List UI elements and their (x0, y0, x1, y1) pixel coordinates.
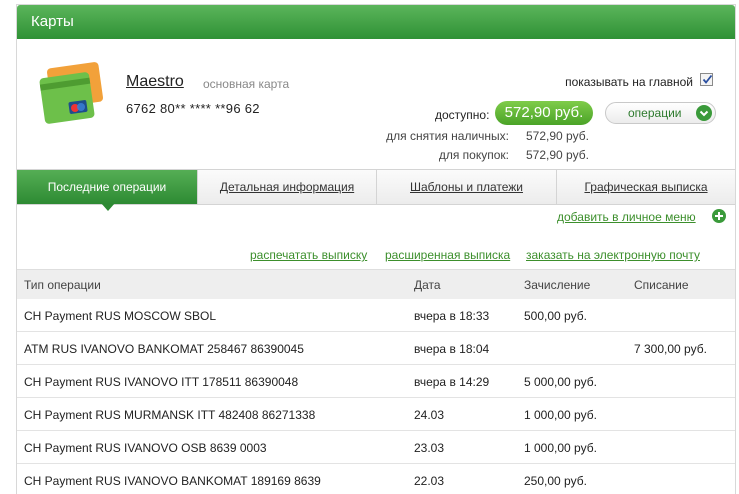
table-row[interactable]: ATM RUS IVANOVO BANKOMAT 258467 86390045… (17, 332, 735, 365)
table-header: Тип операции Дата Зачисление Списание (17, 269, 735, 299)
show-on-main-checkbox[interactable] (700, 73, 713, 86)
credit-amount: 1 000,00 руб. (524, 441, 597, 455)
table-row[interactable]: CH Payment RUS MOSCOW SBOL вчера в 18:33… (17, 299, 735, 332)
column-header: Дата (414, 278, 441, 292)
card-subtitle: основная карта (203, 77, 290, 91)
print-statement-link[interactable]: распечатать выписку (250, 248, 367, 262)
cash-value: 572,90 руб. (526, 129, 589, 143)
plus-icon[interactable] (712, 209, 726, 223)
operations-button-label: операции (628, 106, 682, 120)
purchase-value: 572,90 руб. (526, 148, 589, 162)
operation-date: 24.03 (414, 408, 445, 422)
operations-button[interactable]: операции (605, 102, 716, 124)
operation-date: 22.03 (414, 474, 445, 488)
cards-panel: Карты Maestro основная карта 6762 80** *… (16, 4, 736, 494)
check-icon (702, 74, 713, 84)
panel-header: Карты (17, 5, 735, 39)
operation-date: вчера в 18:04 (414, 342, 490, 356)
order-email-link[interactable]: заказать на электронную почту (526, 248, 700, 262)
panel-title: Карты (31, 13, 74, 30)
card-name-link[interactable]: Maestro (126, 73, 184, 91)
tab-graphic-statement[interactable]: Графическая выписка (556, 170, 735, 204)
tab-templates-payments[interactable]: Шаблоны и платежи (376, 170, 556, 204)
table-row[interactable]: CH Payment RUS IVANOVO OSB 8639 0003 23.… (17, 431, 735, 464)
operation-type: CH Payment RUS MOSCOW SBOL (24, 309, 217, 323)
tab-label: Шаблоны и платежи (410, 180, 523, 194)
column-header: Зачисление (524, 278, 591, 292)
table-row[interactable]: CH Payment RUS IVANOVO ITT 178511 863900… (17, 365, 735, 398)
available-balance: 572,90 руб. (495, 101, 593, 125)
card-image-icon (39, 61, 109, 131)
credit-amount: 1 000,00 руб. (524, 408, 597, 422)
operation-date: вчера в 18:33 (414, 309, 490, 323)
operation-date: 23.03 (414, 441, 445, 455)
tab-recent-operations[interactable]: Последние операции (17, 170, 197, 204)
column-header: Тип операции (24, 278, 101, 292)
credit-amount: 250,00 руб. (524, 474, 587, 488)
credit-amount: 500,00 руб. (524, 309, 587, 323)
credit-amount: 5 000,00 руб. (524, 375, 597, 389)
operation-date: вчера в 14:29 (414, 375, 490, 389)
available-label: доступно: (435, 108, 490, 122)
show-on-main-label: показывать на главной (565, 75, 693, 89)
tab-label: Последние операции (47, 180, 167, 194)
chevron-down-icon (696, 105, 712, 121)
purchase-label: для покупок: (438, 148, 509, 162)
tab-label: Детальная информация (219, 180, 355, 194)
table-row[interactable]: CH Payment RUS IVANOVO BANKOMAT 189169 8… (17, 464, 735, 494)
column-header: Списание (634, 278, 689, 292)
tab-bar: Последние операции Детальная информация … (17, 169, 735, 205)
operation-type: CH Payment RUS IVANOVO ITT 178511 863900… (24, 375, 299, 389)
operation-type: CH Payment RUS IVANOVO OSB 8639 0003 (24, 441, 267, 455)
extended-statement-link[interactable]: расширенная выписка (385, 248, 510, 262)
active-tab-pointer (101, 203, 115, 211)
card-number: 6762 80** **** **96 62 (126, 101, 260, 116)
tab-label: Графическая выписка (584, 180, 708, 194)
debit-amount: 7 300,00 руб. (634, 342, 707, 356)
add-to-menu-link[interactable]: добавить в личное меню (557, 210, 696, 224)
operation-type: ATM RUS IVANOVO BANKOMAT 258467 86390045 (24, 342, 304, 356)
tab-detailed-info[interactable]: Детальная информация (197, 170, 376, 204)
operation-type: CH Payment RUS IVANOVO BANKOMAT 189169 8… (24, 474, 321, 488)
cash-label: для снятия наличных: (386, 129, 509, 143)
operation-type: CH Payment RUS MURMANSK ITT 482408 86271… (24, 408, 316, 422)
table-row[interactable]: CH Payment RUS MURMANSK ITT 482408 86271… (17, 398, 735, 431)
operations-table: Тип операции Дата Зачисление Списание CH… (17, 269, 735, 494)
